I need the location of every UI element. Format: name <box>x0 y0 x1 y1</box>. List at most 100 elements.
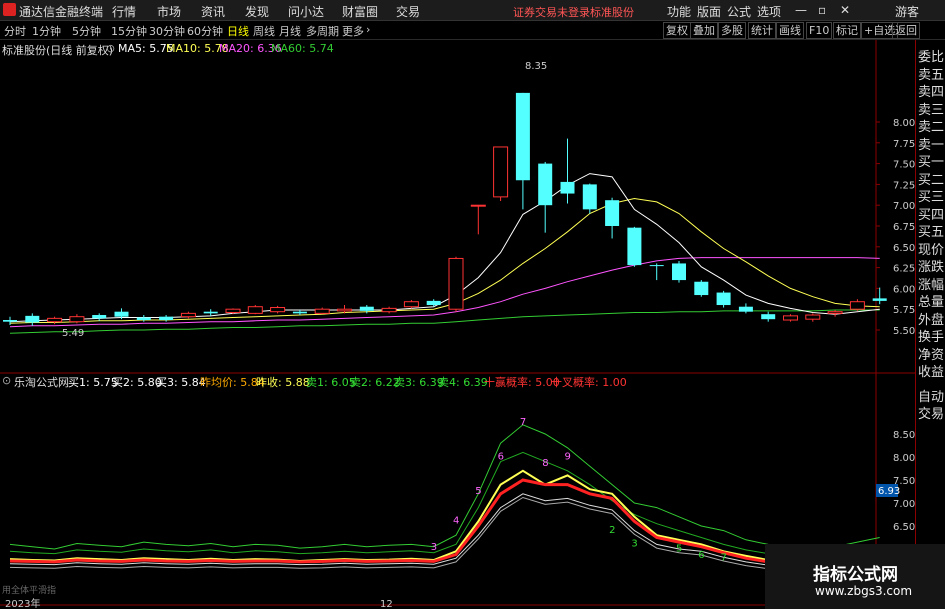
quote-row-label: 净资 <box>918 347 945 363</box>
candle-body-up <box>493 146 509 198</box>
price-tick-label: 6.75 <box>893 222 915 233</box>
watermark-url: www.zbgs3.com <box>815 584 913 598</box>
sub-axis: 8.508.007.507.006.50 <box>893 430 915 533</box>
candle-body-down <box>25 315 40 323</box>
sub-signal-label: 3 <box>631 539 637 550</box>
period-tab-more[interactable]: 更多 <box>342 23 364 39</box>
menu-item-news[interactable]: 资讯 <box>201 3 225 20</box>
quote-row-label: 卖一 <box>918 137 945 153</box>
guest-label[interactable]: 游客 <box>895 3 919 20</box>
quote-row-label: 买五 <box>918 225 945 240</box>
candle-body-down <box>159 316 174 321</box>
watermark-box: 指标公式网 www.zbgs3.com <box>765 544 945 609</box>
menu-item-wealth[interactable]: 财富圈 <box>342 3 378 20</box>
candle-body-up <box>314 308 330 314</box>
candle-body-up <box>225 308 241 314</box>
menu-item-formula[interactable]: 公式 <box>727 3 751 20</box>
candle-body-up <box>849 301 865 310</box>
candle-body-up <box>403 301 419 308</box>
toolbar-f10-button[interactable]: F10 <box>806 22 833 39</box>
menu-item-function[interactable]: 功能 <box>667 3 691 20</box>
period-tab-monthly[interactable]: 月线 <box>279 23 301 39</box>
ma5-line <box>9 173 880 323</box>
low-price-label: 5.49 <box>62 328 84 339</box>
quote-row-label: 卖二 <box>918 120 945 135</box>
kline-chart[interactable]: 8.00 7.75 7.50 7.25 7.00 6.75 6.50 6.25 6.00 5.75… <box>0 40 915 609</box>
candle-body-down <box>605 200 620 226</box>
sub-signal-label: 4 <box>453 516 459 527</box>
toolbar-stats-button[interactable]: 统计 <box>748 22 776 39</box>
sub-line-red <box>9 478 880 567</box>
period-tab-15min[interactable]: 15分钟 <box>111 23 147 39</box>
quote-row-label: 卖三 <box>918 102 945 118</box>
candle-body-up <box>448 257 464 310</box>
restore-icon[interactable]: ▫ <box>818 3 826 17</box>
menu-item-ask[interactable]: 问小达 <box>288 3 324 20</box>
price-tick-label: 8.00 <box>893 118 915 129</box>
period-tab-weekly[interactable]: 周线 <box>253 23 275 39</box>
sub-signal-label: 8 <box>542 458 548 469</box>
toolbar-draw-button[interactable]: 画线 <box>776 22 804 39</box>
period-tab-1min[interactable]: 1分钟 <box>32 23 61 39</box>
period-tab-daily[interactable]: 日线 <box>227 23 249 39</box>
price-tick-label: 7.75 <box>893 139 915 150</box>
sub-signal-label: 7 <box>721 553 727 564</box>
period-tab-multi[interactable]: 多周期 <box>306 23 339 39</box>
candle-body-down <box>582 184 597 210</box>
price-tick-label: 7.50 <box>893 160 915 171</box>
menu-item-layout[interactable]: 版面 <box>697 3 721 20</box>
toolbar-overlay-button[interactable]: 叠加 <box>690 22 718 39</box>
ma20-line <box>9 257 880 328</box>
side-tab-label[interactable]: 交易 <box>918 403 944 422</box>
candle-body-down <box>738 306 753 312</box>
current-price-label: 6.93 <box>878 486 900 497</box>
menu-item-market[interactable]: 市场 <box>157 3 181 20</box>
candle-body-down <box>292 311 307 314</box>
trade-login-notice[interactable]: 证券交易未登录 <box>513 4 590 20</box>
candle-body-down <box>359 306 374 311</box>
price-tick-label: 7.00 <box>893 201 915 212</box>
toolbar-back-button[interactable]: 返回 <box>892 22 920 39</box>
close-icon[interactable]: ✕ <box>840 3 850 17</box>
candle-body-down <box>627 227 642 266</box>
toolbar-adjust-button[interactable]: 复权 <box>663 22 691 39</box>
menu-item-discover[interactable]: 发现 <box>245 3 269 20</box>
toolbar-mark-button[interactable]: 标记 <box>833 22 861 39</box>
toolbar-multistock-button[interactable]: 多股 <box>718 22 746 39</box>
candle-body-up <box>247 306 263 314</box>
menu-item-options[interactable]: 选项 <box>757 3 781 20</box>
price-tick-label: 6.00 <box>893 284 915 295</box>
candle-body-up <box>827 311 843 314</box>
candle-body-down <box>649 265 664 267</box>
app-title: 通达信金融终端 <box>19 5 104 19</box>
period-tab-timeshare[interactable]: 分时 <box>4 23 26 39</box>
watermark-title: 指标公式网 <box>813 565 898 585</box>
chevron-right-icon[interactable]: › <box>366 23 370 36</box>
sub-signal-label: 7 <box>520 417 526 428</box>
period-tab-30min[interactable]: 30分钟 <box>149 23 185 39</box>
price-tick-label: 7.25 <box>893 180 915 191</box>
candle-body-down <box>538 163 553 206</box>
menu-item-trade[interactable]: 交易 <box>396 3 420 20</box>
candle-body-up <box>337 308 352 312</box>
candle-body-down <box>872 298 887 301</box>
candle-body-up <box>270 307 286 313</box>
quote-row-label: 买三 <box>918 190 945 205</box>
quote-row-label: 涨跌 <box>918 260 945 275</box>
menu-item-quotes[interactable]: 行情 <box>112 3 136 20</box>
sub-signal-label: 5 <box>475 486 481 497</box>
candle-body-down <box>515 92 530 181</box>
minimize-icon[interactable]: — <box>795 3 807 17</box>
quote-row-label: 换手 <box>918 330 945 345</box>
sub-tick-label: 6.50 <box>893 522 915 533</box>
candle-body-up <box>805 314 821 320</box>
quote-row-label: 收益 <box>918 365 945 380</box>
candle-body-down <box>92 315 107 319</box>
period-tab-60min[interactable]: 60分钟 <box>187 23 223 39</box>
period-tab-5min[interactable]: 5分钟 <box>72 23 101 39</box>
candle-body-down <box>3 320 17 322</box>
price-tick-label: 6.50 <box>893 243 915 254</box>
sub-indicator-lines <box>9 424 880 572</box>
candle-body-up <box>69 316 85 323</box>
quote-row-label: 外盘 <box>918 312 945 328</box>
